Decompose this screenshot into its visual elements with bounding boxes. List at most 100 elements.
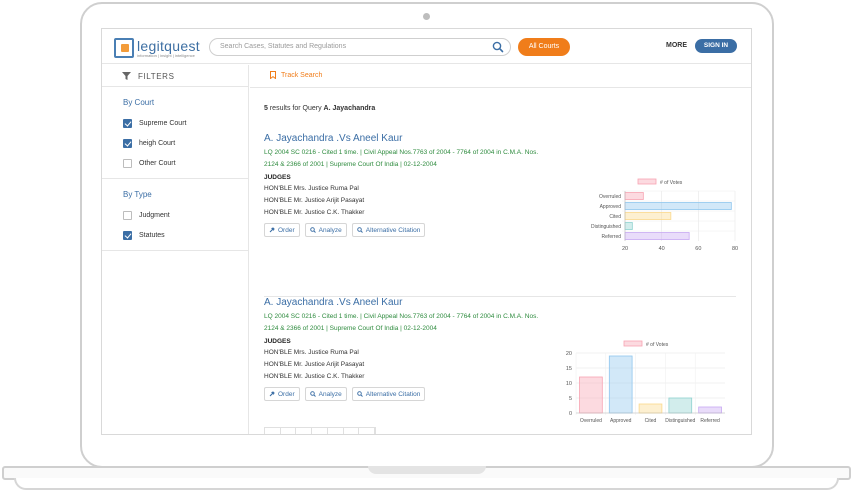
y-tick-label: 0 <box>569 411 572 417</box>
case-title-link[interactable]: A. Jayachandra .Vs Aneel Kaur <box>264 133 564 145</box>
order-button[interactable]: Order <box>264 223 300 237</box>
by-court-title: By Court <box>123 98 155 107</box>
case-meta: LQ 2004 SC 0216 - Cited 1 time. | Civil … <box>264 313 539 332</box>
y-tick-label: 10 <box>566 381 572 387</box>
filter-label: Other Court <box>139 159 176 167</box>
x-tick-label: Cited <box>645 418 657 424</box>
filter-supreme-court[interactable]: Supreme Court <box>123 118 186 128</box>
filter-statutes[interactable]: Statutes <box>123 230 165 240</box>
legend-label: # of Votes <box>660 180 683 186</box>
search-icon <box>309 227 316 233</box>
app-screen: legitquest information | insight | intel… <box>101 28 752 435</box>
result-actions: Order Analyze Alternative Citation <box>264 387 564 401</box>
search-icon <box>357 227 363 233</box>
x-tick-label: Overruled <box>580 418 602 424</box>
bar-distinguished <box>624 222 633 230</box>
logo[interactable]: legitquest information | insight | intel… <box>114 37 200 59</box>
filter-separator <box>102 250 248 251</box>
judge-name: HON'BLE Mr. Justice C.K. Thakker <box>264 209 365 216</box>
result-actions: Order Analyze Alternative Citation <box>264 223 564 237</box>
search-icon[interactable] <box>492 41 504 53</box>
filter-judgment[interactable]: Judgment <box>123 210 170 220</box>
more-menu[interactable]: MORE <box>666 42 687 49</box>
gavel-icon <box>269 391 275 397</box>
results-query: A. Jayachandra <box>323 105 376 112</box>
laptop-notch <box>368 466 486 474</box>
other-court-checkbox[interactable] <box>123 158 132 168</box>
filter-label: Supreme Court <box>139 119 187 127</box>
x-tick-label: 20 <box>622 246 628 252</box>
y-tick-label: Cited <box>609 214 621 220</box>
filter-label: heigh Court <box>139 139 176 147</box>
result-card: A. Jayachandra .Vs Aneel Kaur LQ 2004 SC… <box>264 297 564 401</box>
x-tick-label: 80 <box>732 246 738 252</box>
judge-name: HON'BLE Mr. Justice Arijit Pasayat <box>264 197 365 204</box>
y-tick-label: 15 <box>566 366 572 372</box>
supreme-court-checkbox[interactable] <box>123 118 132 128</box>
bar-approved <box>608 355 633 414</box>
analyze-label: Analyze <box>318 226 342 234</box>
filter-label: Statutes <box>139 231 165 239</box>
results-text: results for Query <box>267 105 324 112</box>
x-tick-label: Referred <box>700 418 720 424</box>
x-tick-label: Distinguished <box>665 418 695 424</box>
alternative-citation-button[interactable]: Alternative Citation <box>351 223 426 237</box>
bookmark-icon <box>270 71 276 79</box>
y-tick-label: Approved <box>600 204 622 210</box>
bar-referred <box>624 232 690 240</box>
search-icon <box>357 391 363 397</box>
filter-other-court[interactable]: Other Court <box>123 158 176 168</box>
logo-name: legitquest <box>137 37 200 54</box>
all-courts-button[interactable]: All Courts <box>518 38 570 56</box>
analyze-button[interactable]: Analyze <box>304 223 347 237</box>
x-tick-label: 40 <box>659 246 665 252</box>
bar-overruled <box>624 192 644 200</box>
y-tick-label: 5 <box>569 396 572 402</box>
y-tick-label: Overruled <box>599 194 621 200</box>
filters-title: FILTERS <box>138 72 175 81</box>
bar-overruled <box>579 376 603 414</box>
laptop-base-bottom <box>14 478 839 490</box>
y-tick-label: Referred <box>602 234 622 240</box>
analyze-label: Analyze <box>318 390 342 398</box>
judges-heading: JUDGES <box>264 174 291 181</box>
filter-separator <box>102 178 248 179</box>
judges-heading: JUDGES <box>264 338 291 345</box>
judge-name: HON'BLE Mr. Justice C.K. Thakker <box>264 373 365 380</box>
case-title-link[interactable]: A. Jayachandra .Vs Aneel Kaur <box>264 297 564 309</box>
search-input[interactable]: Search Cases, Statutes and Regulations <box>220 43 346 50</box>
citation-bar-chart-horizontal: # of Votes 20 40 60 80 Overruled Approved Cited… <box>591 178 738 252</box>
alternative-citation-label: Alternative Citation <box>365 226 421 234</box>
order-button[interactable]: Order <box>264 387 300 401</box>
search-icon <box>309 391 316 397</box>
gavel-icon <box>269 227 275 233</box>
y-tick-label: Distinguished <box>591 224 621 230</box>
sign-in-button[interactable]: SIGN IN <box>695 39 737 53</box>
statutes-checkbox[interactable] <box>123 230 132 240</box>
search-box[interactable]: Search Cases, Statutes and Regulations <box>209 38 511 56</box>
track-search-link[interactable]: Track Search <box>270 71 322 79</box>
analyze-button[interactable]: Analyze <box>304 387 347 401</box>
alternative-citation-button[interactable]: Alternative Citation <box>351 387 426 401</box>
alternative-citation-label: Alternative Citation <box>365 390 421 398</box>
pagination-table-partial <box>264 427 376 434</box>
high-court-checkbox[interactable] <box>123 138 132 148</box>
legend-swatch <box>623 340 643 347</box>
x-tick-label: 60 <box>695 246 701 252</box>
filter-icon <box>122 72 131 80</box>
filters-header: FILTERS <box>102 65 248 87</box>
judge-name: HON'BLE Mrs. Justice Ruma Pal <box>264 185 359 192</box>
results-count: 5 results for Query A. Jayachandra <box>264 105 375 112</box>
camera-dot <box>423 13 430 20</box>
legend-label: # of Votes <box>646 342 669 348</box>
filter-high-court[interactable]: heigh Court <box>123 138 175 148</box>
logo-tagline: information | insight | intelligence <box>137 52 195 58</box>
result-card: A. Jayachandra .Vs Aneel Kaur LQ 2004 SC… <box>264 133 564 237</box>
results-toolbar-divider <box>250 87 751 88</box>
judge-name: HON'BLE Mrs. Justice Ruma Pal <box>264 349 359 356</box>
filters-sidebar: FILTERS By Court Supreme Court heigh Cou… <box>102 65 249 434</box>
judge-name: HON'BLE Mr. Justice Arijit Pasayat <box>264 361 365 368</box>
judgment-checkbox[interactable] <box>123 210 132 220</box>
bar-cited <box>638 403 663 414</box>
bar-distinguished <box>668 397 693 414</box>
